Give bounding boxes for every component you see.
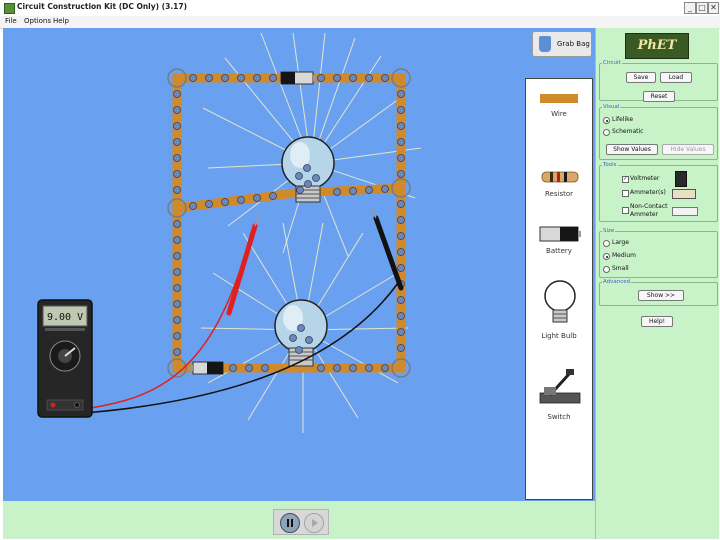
toolbox-resistor-label: Resistor [545,190,573,198]
app-icon [4,3,15,14]
control-panel: PhET Circuit Save Load Reset Visual Life… [595,28,719,539]
title-bar: Circuit Construction Kit (DC Only) (3.17… [0,0,720,17]
ammeter-label: Ammeter(s) [630,189,666,196]
black-probe[interactable] [84,207,404,414]
voltmeter-tool-icon [675,171,687,187]
toolbox-light-bulb-label: Light Bulb [541,332,577,340]
playback-controls [273,509,329,535]
wire-icon[interactable] [540,94,578,103]
pause-icon[interactable] [280,513,300,533]
load-button[interactable]: Load [660,72,692,83]
voltmeter-label: Voltmeter [630,175,660,182]
schematic-radio[interactable] [603,129,610,136]
toolbox-wire-label: Wire [551,110,567,118]
toolbox-battery-label: Battery [546,247,572,255]
small-radio[interactable] [603,266,610,273]
ammeter-checkbox[interactable] [622,190,629,197]
battery-bottom[interactable] [190,361,224,375]
noncontact-ammeter-checkbox[interactable] [622,207,629,214]
component-toolbox: Wire Resistor Battery Light Bulb Switch [525,78,593,500]
red-probe[interactable] [84,212,260,410]
visual-section: Visual Lifelike Schematic Show Values Hi… [599,104,718,160]
medium-label: Medium [612,252,636,259]
lifelike-radio[interactable] [603,117,610,124]
show-advanced-button[interactable]: Show >> [638,290,684,301]
save-button[interactable]: Save [626,72,656,83]
playback-bar [3,501,595,539]
menu-help[interactable]: Help [53,17,69,25]
battery-top[interactable] [280,71,316,85]
ammeter-tool-icon [672,189,696,199]
large-radio[interactable] [603,240,610,247]
tools-section: Tools ✓ Voltmeter Ammeter(s) Non-Contact… [599,162,718,222]
large-label: Large [612,239,629,246]
light-bulb-icon[interactable] [542,279,578,327]
menu-file[interactable]: File [5,17,17,25]
size-section: Size Large Medium Small [599,228,718,278]
voltmeter-reading: 9.00 V [47,312,83,323]
small-label: Small [612,265,629,272]
window-title: Circuit Construction Kit (DC Only) (3.17… [17,2,188,11]
step-icon[interactable] [304,513,324,533]
circuit-section: Circuit Save Load Reset [599,60,718,102]
hide-values-button[interactable]: Hide Values [662,144,714,155]
noncontact-label-1: Non-Contact [630,203,668,210]
toolbox-switch-label: Switch [547,413,571,421]
menu-options[interactable]: Options [24,17,51,25]
maximize-icon[interactable]: □ [696,2,708,14]
lifelike-label: Lifelike [612,116,634,123]
help-button[interactable]: Help! [641,316,673,327]
switch-icon[interactable] [538,367,582,407]
grab-bag-icon [539,36,551,52]
schematic-label: Schematic [612,128,644,135]
medium-radio[interactable] [603,253,610,260]
circuit-canvas[interactable]: 9.00 V Grab Bag Wire Resistor Battery Li… [3,28,595,501]
advanced-section: Advanced Show >> [599,279,718,306]
phet-logo: PhET [625,33,689,59]
noncontact-ammeter-icon [672,207,698,216]
resistor-icon[interactable] [540,169,580,185]
battery-icon[interactable] [538,225,582,243]
voltmeter-checkbox[interactable]: ✓ [622,176,629,183]
noncontact-label-2: Ammeter [630,211,658,218]
circuit-drawing: 9.00 V [37,32,422,433]
close-icon[interactable]: ✕ [708,2,719,14]
show-values-button[interactable]: Show Values [606,144,658,155]
grab-bag-button[interactable]: Grab Bag [532,31,592,57]
minimize-icon[interactable]: _ [684,2,696,14]
reset-button[interactable]: Reset [643,91,675,102]
